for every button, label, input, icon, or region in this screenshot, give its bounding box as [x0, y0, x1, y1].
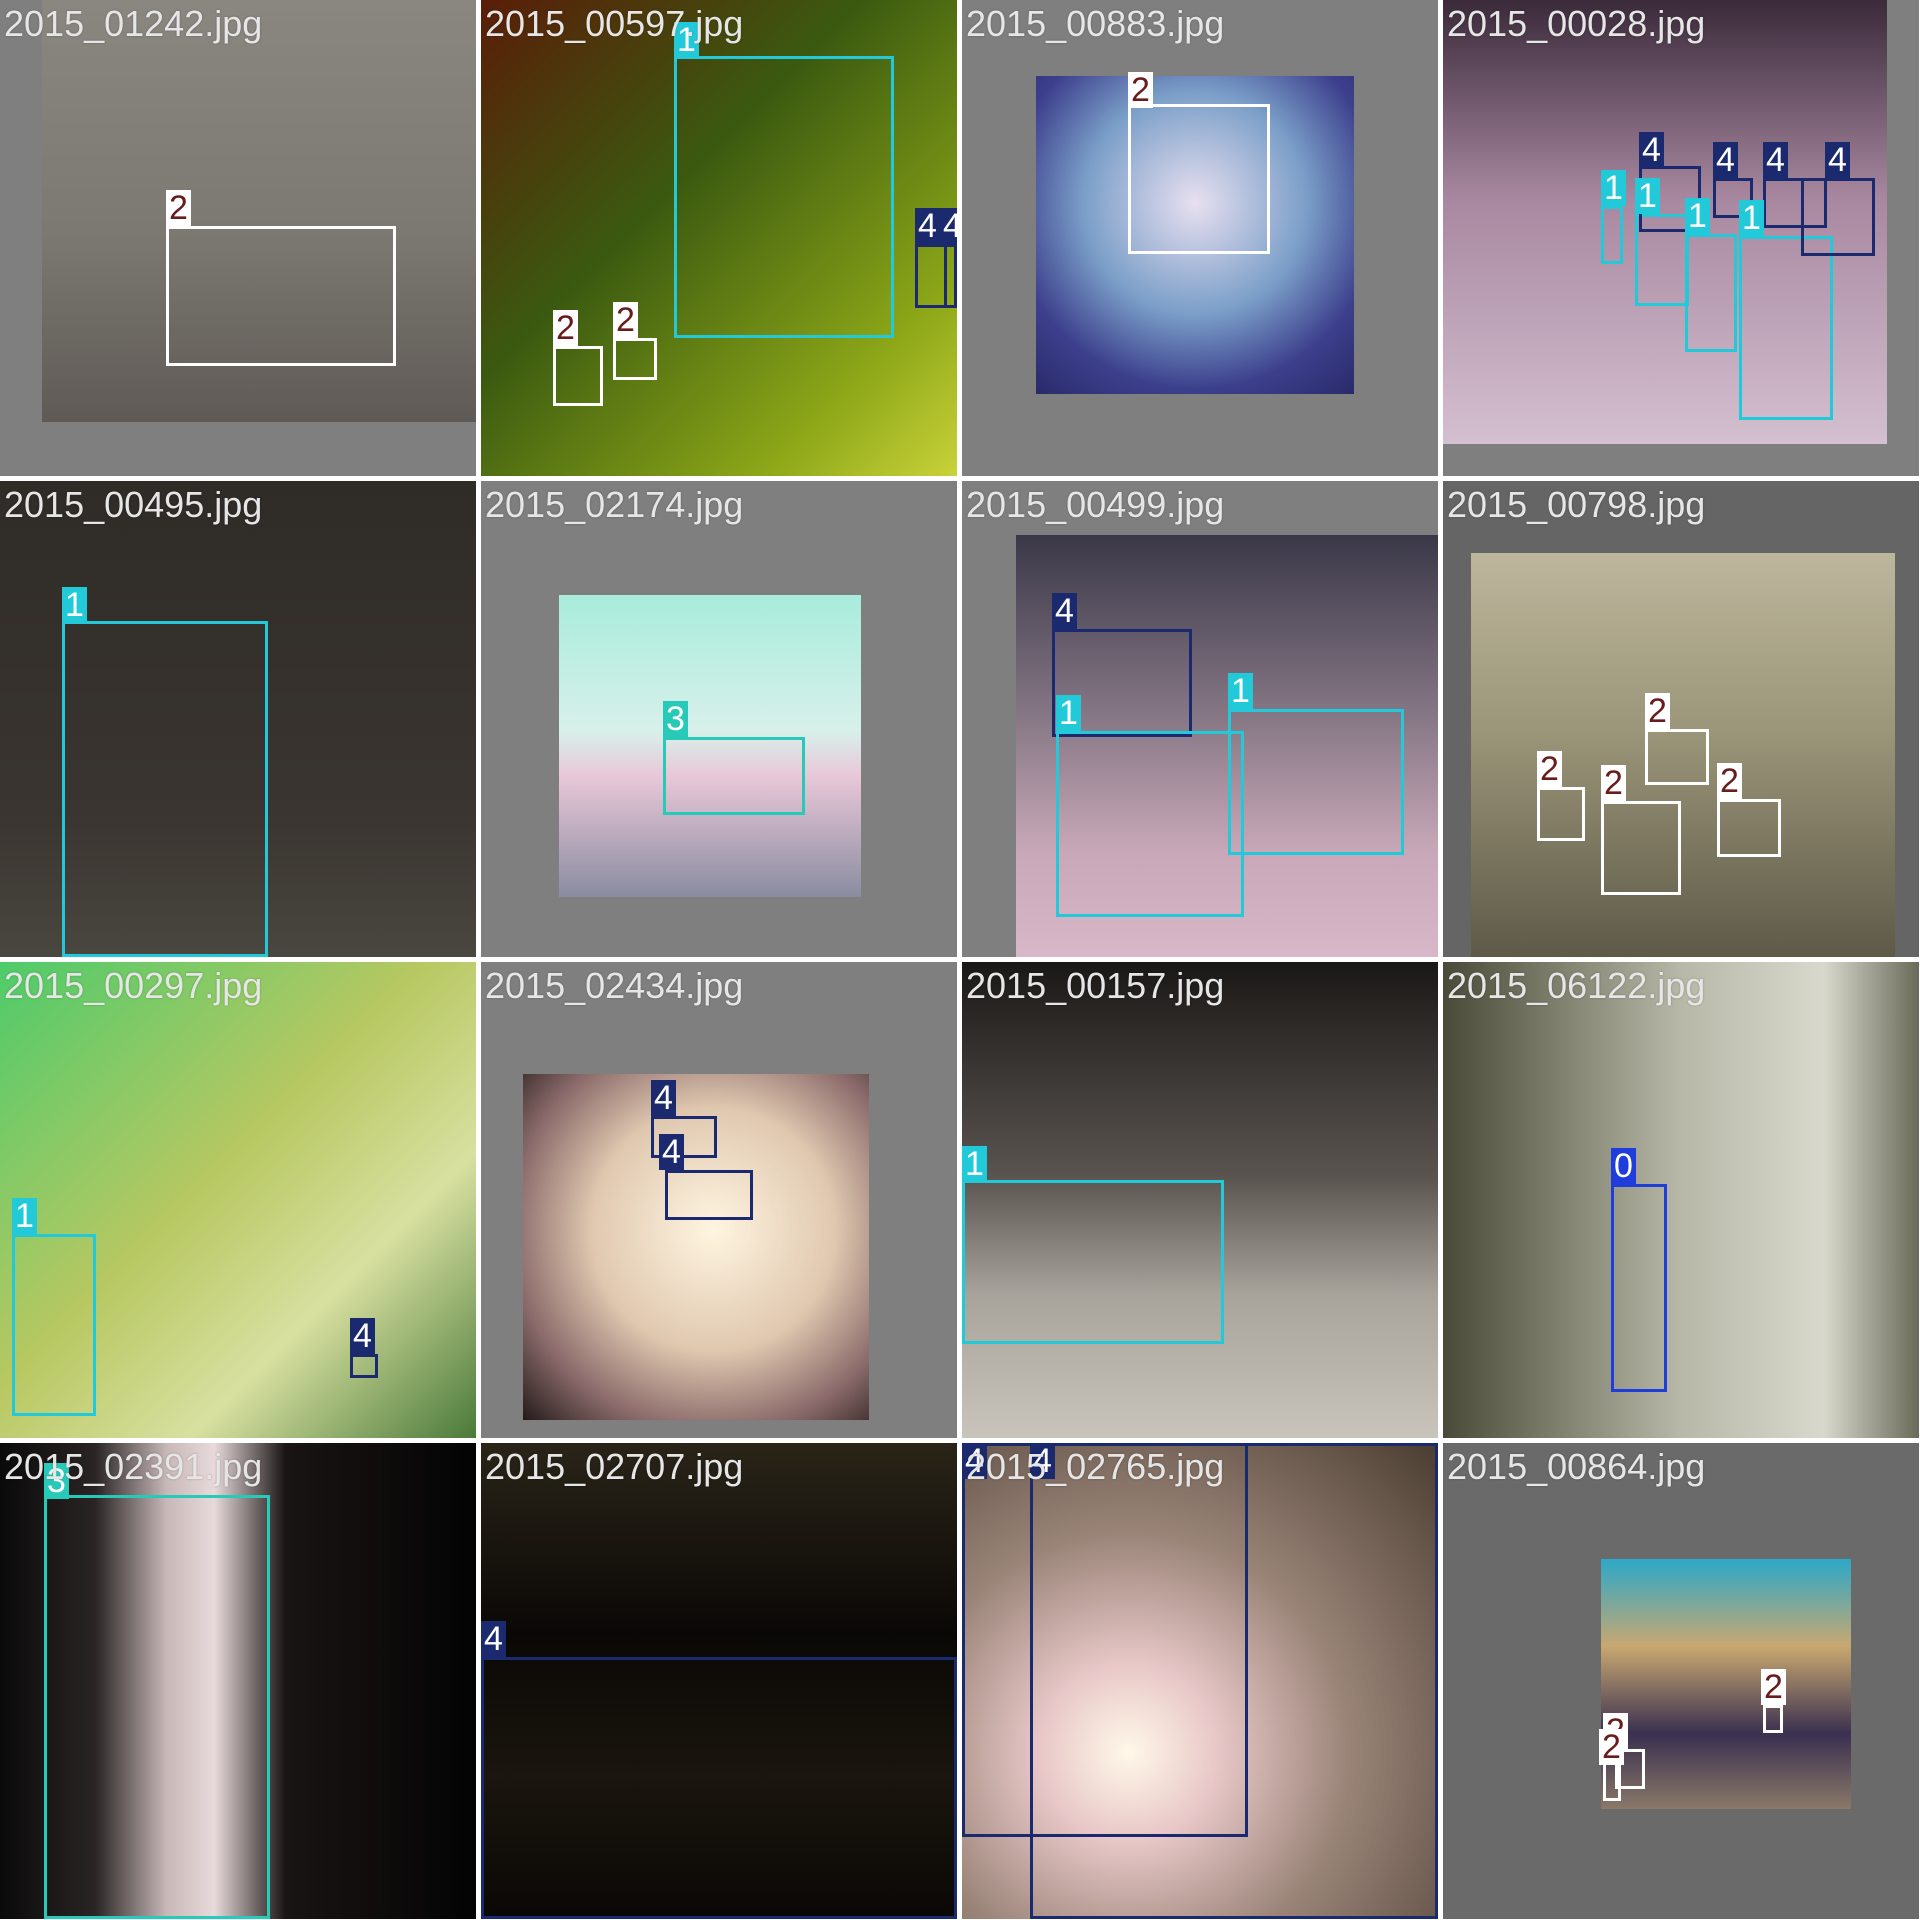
image-filename: 2015_00864.jpg	[1447, 1446, 1706, 1487]
detection-box	[1763, 1705, 1783, 1733]
detection-box	[962, 1180, 1224, 1344]
image-tile: 2015_00597.jpg 1 2 2 4 4	[481, 0, 957, 476]
detection-label: 4	[1639, 132, 1664, 168]
detection-label: 4	[1825, 142, 1850, 178]
image-filename: 2015_00028.jpg	[1447, 3, 1706, 44]
detection-label: 1	[1056, 695, 1081, 731]
image-tile: 2015_06122.jpg 0	[1443, 962, 1919, 1438]
detection-label: 3	[663, 701, 688, 737]
detection-label: 2	[1601, 765, 1626, 801]
detection-label: 2	[613, 302, 638, 338]
image-filename: 2015_06122.jpg	[1447, 965, 1706, 1006]
detection-box	[1537, 787, 1585, 841]
detection-label: 1	[1228, 673, 1253, 709]
detection-label: 2	[1645, 693, 1670, 729]
detection-label: 4	[481, 1621, 506, 1657]
photo	[1443, 962, 1919, 1438]
image-filename: 2015_00798.jpg	[1447, 484, 1706, 525]
detection-box	[1601, 801, 1681, 895]
image-tile: 2015_00798.jpg 2 2 2 2	[1443, 481, 1919, 957]
detection-label: 4	[915, 208, 940, 244]
detection-label: 2	[1761, 1669, 1786, 1705]
detection-box	[674, 56, 894, 338]
image-filename: 2015_00499.jpg	[966, 484, 1225, 525]
detection-box	[663, 737, 805, 815]
detection-label: 4	[1052, 593, 1077, 629]
detection-box	[1645, 729, 1709, 785]
detection-label: 2	[1599, 1729, 1624, 1765]
image-filename: 2015_00495.jpg	[4, 484, 263, 525]
detection-box	[1685, 234, 1737, 352]
detection-box	[1801, 178, 1875, 256]
detection-label: 0	[1611, 1148, 1636, 1184]
image-filename: 2015_02707.jpg	[485, 1446, 744, 1487]
image-filename: 2015_02391.jpg	[4, 1446, 263, 1487]
detection-label: 1	[1739, 200, 1764, 236]
image-tile: 2015_00495.jpg 1	[0, 481, 476, 957]
detection-box	[613, 338, 657, 380]
image-filename: 2015_02765.jpg	[966, 1446, 1225, 1487]
detection-box	[665, 1170, 753, 1220]
image-filename: 2015_02174.jpg	[485, 484, 744, 525]
detection-label: 2	[1717, 763, 1742, 799]
detection-label: 4	[651, 1080, 676, 1116]
detection-label: 4	[350, 1318, 375, 1354]
image-tile: 2015_02391.jpg 3	[0, 1443, 476, 1919]
detection-box	[350, 1354, 378, 1378]
mosaic-grid: 2015_01242.jpg 2 2015_00597.jpg 1 2 2 4 …	[0, 0, 1920, 1920]
image-tile: 2015_02434.jpg 4 4	[481, 962, 957, 1438]
detection-box	[944, 244, 957, 308]
detection-box	[915, 244, 947, 308]
detection-label: 1	[1635, 178, 1660, 214]
detection-box	[1601, 206, 1623, 264]
image-tile: 2015_02707.jpg 4	[481, 1443, 957, 1919]
image-tile: 2015_00864.jpg 2 2 2	[1443, 1443, 1919, 1919]
image-filename: 2015_02434.jpg	[485, 965, 744, 1006]
detection-box	[12, 1234, 96, 1416]
image-filename: 2015_01242.jpg	[4, 3, 263, 44]
detection-box	[1128, 104, 1270, 254]
image-tile: 2015_00297.jpg 1 4	[0, 962, 476, 1438]
detection-label: 1	[12, 1198, 37, 1234]
detection-box	[1603, 1761, 1621, 1801]
image-tile: 2015_00157.jpg 1	[962, 962, 1438, 1438]
detection-box	[1056, 731, 1244, 917]
detection-box	[553, 346, 603, 406]
detection-box	[44, 1495, 270, 1919]
detection-label: 2	[1128, 72, 1153, 108]
detection-label: 4	[940, 208, 957, 244]
image-tile: 2015_00028.jpg 1 1 1 1 4 4 4 4	[1443, 0, 1919, 476]
image-tile: 2015_01242.jpg 2	[0, 0, 476, 476]
detection-label: 1	[1601, 170, 1626, 206]
detection-label: 1	[962, 1146, 987, 1182]
detection-label: 2	[166, 190, 191, 226]
detection-box	[166, 226, 396, 366]
detection-box	[1228, 709, 1404, 855]
detection-label: 4	[1713, 142, 1738, 178]
image-filename: 2015_00157.jpg	[966, 965, 1225, 1006]
image-tile: 2015_00499.jpg 4 1 1	[962, 481, 1438, 957]
detection-label: 4	[659, 1134, 684, 1170]
detection-label: 1	[1685, 198, 1710, 234]
image-filename: 2015_00297.jpg	[4, 965, 263, 1006]
detection-label: 2	[553, 310, 578, 346]
image-filename: 2015_00597.jpg	[485, 3, 744, 44]
detection-box	[1739, 236, 1833, 420]
detection-label: 2	[1537, 751, 1562, 787]
image-tile: 2015_00883.jpg 2	[962, 0, 1438, 476]
detection-box	[1030, 1443, 1438, 1919]
detection-box	[481, 1657, 957, 1919]
image-tile: 2015_02174.jpg 3	[481, 481, 957, 957]
detection-label: 4	[1763, 142, 1788, 178]
image-tile: 2015_02765.jpg 4 4	[962, 1443, 1438, 1919]
detection-box	[1717, 799, 1781, 857]
image-filename: 2015_00883.jpg	[966, 3, 1225, 44]
detection-box	[62, 621, 268, 957]
detection-box	[1611, 1184, 1667, 1392]
detection-label: 1	[62, 587, 87, 623]
